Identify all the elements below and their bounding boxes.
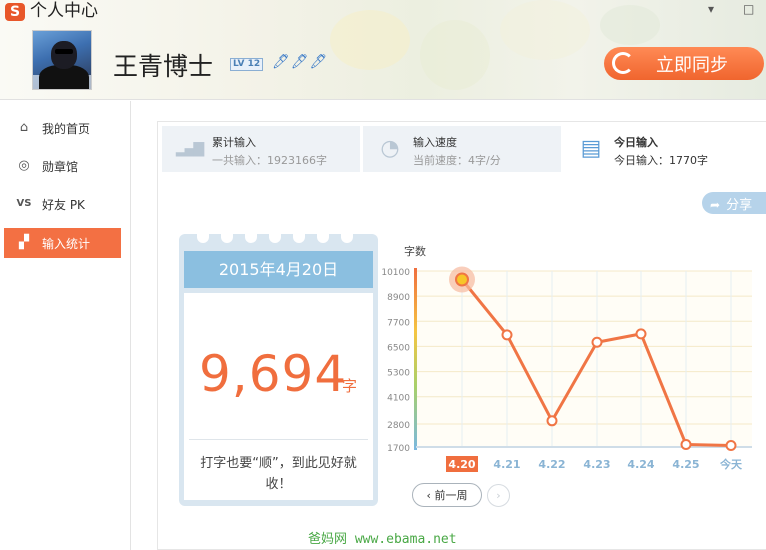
sidebar-item-medals[interactable]: ◎ 勋章馆 xyxy=(4,151,121,181)
sogou-logo-icon: S xyxy=(5,3,25,21)
page: S 个人中心 ▾ □ 王青博士 LV 12 🖊🖊🖊 立即同步 ⌂ 我的首页 ◎ … xyxy=(0,0,766,550)
prev-week-button[interactable]: ‹ 前一周 xyxy=(412,483,482,507)
sidebar-item-home[interactable]: ⌂ 我的首页 xyxy=(4,113,121,143)
y-axis-label: 字数 xyxy=(404,244,426,258)
sidebar-item-label: 我的首页 xyxy=(42,122,91,136)
sidebar: ⌂ 我的首页 ◎ 勋章馆 VS 好友 PK ▞ 输入统计 xyxy=(0,101,131,550)
data-point xyxy=(725,440,737,452)
chart-plot-area xyxy=(416,271,752,447)
decor-flower xyxy=(600,5,660,45)
avatar-head xyxy=(51,41,77,69)
level-badge: LV 12 xyxy=(230,58,264,71)
x-tick-label: 今天 xyxy=(719,457,743,471)
avatar[interactable] xyxy=(32,30,92,90)
sidebar-item-label: 勋章馆 xyxy=(42,160,79,174)
medal-icon: ◎ xyxy=(18,158,30,173)
x-tick-label: 4.20 xyxy=(448,458,475,471)
home-icon: ⌂ xyxy=(19,120,29,135)
x-tick-label: 4.23 xyxy=(583,458,610,471)
decor-flower xyxy=(420,20,490,90)
sidebar-item-input-stats[interactable]: ▞ 输入统计 xyxy=(4,228,121,258)
sidebar-item-friend-pk[interactable]: VS 好友 PK xyxy=(4,189,121,219)
y-tick-label: 7700 xyxy=(387,318,410,328)
feather-badges-icon: 🖊🖊🖊 xyxy=(272,54,329,70)
decor-flower xyxy=(500,0,590,60)
profile-header: S 个人中心 ▾ □ 王青博士 LV 12 🖊🖊🖊 立即同步 xyxy=(0,0,766,100)
minimize-icon[interactable]: ▾ xyxy=(708,2,714,16)
y-tick-label: 2800 xyxy=(387,421,410,431)
data-point xyxy=(546,415,558,427)
avatar-glasses xyxy=(55,49,73,54)
prev-week-label: 前一周 xyxy=(434,489,468,502)
input-line-chart: 1700 2800 4100 5300 6500 7700 8900 10100 字数 4.20 4… xyxy=(381,244,752,472)
data-point xyxy=(455,272,469,287)
y-tick-label: 8900 xyxy=(387,293,410,303)
window-title: 个人中心 xyxy=(30,1,98,21)
data-point xyxy=(591,336,603,348)
y-tick-label: 10100 xyxy=(381,268,410,278)
y-tick-label: 5300 xyxy=(387,369,410,379)
sync-label: 立即同步 xyxy=(656,55,728,76)
x-tick-label: 4.24 xyxy=(627,458,654,471)
username: 王青博士 xyxy=(113,52,214,81)
y-tick-label: 1700 xyxy=(387,444,410,454)
x-tick-label: 4.22 xyxy=(538,458,565,471)
watermark: 爸妈网 www.ebama.net xyxy=(308,532,457,547)
sidebar-item-label: 输入统计 xyxy=(42,237,91,251)
y-axis-bar xyxy=(414,268,417,450)
sync-now-button[interactable]: 立即同步 xyxy=(604,47,764,80)
data-point xyxy=(680,438,692,450)
y-tick-label: 6500 xyxy=(387,343,410,353)
stats-panel: ▂▄▇ 累计输入 一共输入：1923166字 ◔ 输入速度 当前速度：4字/分 … xyxy=(157,121,766,550)
data-point xyxy=(501,329,513,341)
sync-icon xyxy=(612,52,634,74)
chart-icon: ▞ xyxy=(19,235,29,250)
chevron-left-icon: ‹ xyxy=(426,489,431,502)
decor-flower xyxy=(330,10,410,70)
y-tick-label: 4100 xyxy=(387,394,410,404)
vs-icon: VS xyxy=(16,198,32,209)
data-point xyxy=(635,328,647,340)
restore-icon[interactable]: □ xyxy=(743,2,754,16)
x-tick-label: 4.25 xyxy=(672,458,699,471)
sidebar-item-label: 好友 PK xyxy=(42,198,85,212)
x-tick-label: 4.21 xyxy=(493,458,520,471)
next-week-button[interactable]: › xyxy=(487,484,510,507)
